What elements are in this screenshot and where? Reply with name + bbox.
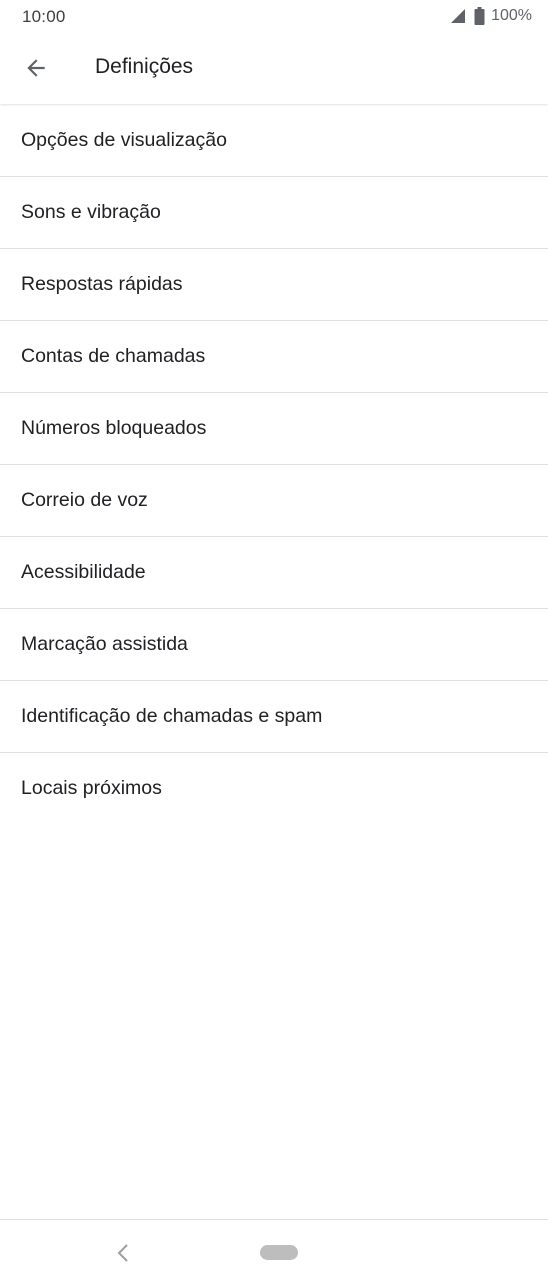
settings-list: Opções de visualização Sons e vibração R…	[0, 105, 548, 824]
page-title: Definições	[95, 55, 194, 78]
signal-icon	[451, 9, 466, 23]
settings-item-voicemail[interactable]: Correio de voz	[0, 465, 548, 537]
settings-item-nearby-places[interactable]: Locais próximos	[0, 753, 548, 824]
nav-back-button[interactable]	[110, 1240, 136, 1266]
arrow-back-icon	[27, 59, 45, 77]
settings-item-caller-id-spam[interactable]: Identificação de chamadas e spam	[0, 681, 548, 753]
app-bar: Definições	[0, 34, 548, 104]
settings-screen: 10:00 100% Definições Opções de visualiz…	[0, 0, 548, 1282]
back-button[interactable]	[14, 46, 58, 90]
settings-item-accessibility[interactable]: Acessibilidade	[0, 537, 548, 609]
settings-item-display-options[interactable]: Opções de visualização	[0, 105, 548, 177]
battery-percentage: 100%	[491, 7, 532, 24]
navigation-bar	[0, 1219, 548, 1282]
settings-item-blocked-numbers[interactable]: Números bloqueados	[0, 393, 548, 465]
chevron-left-icon	[117, 1244, 128, 1262]
status-bar: 10:00 100%	[0, 0, 548, 34]
settings-item-quick-responses[interactable]: Respostas rápidas	[0, 249, 548, 321]
settings-item-calling-accounts[interactable]: Contas de chamadas	[0, 321, 548, 393]
settings-item-sounds-vibration[interactable]: Sons e vibração	[0, 177, 548, 249]
status-time: 10:00	[22, 7, 66, 26]
home-pill-icon[interactable]	[260, 1245, 298, 1260]
status-icons: 100%	[448, 6, 532, 26]
battery-icon	[474, 7, 485, 25]
settings-item-assisted-dialing[interactable]: Marcação assistida	[0, 609, 548, 681]
